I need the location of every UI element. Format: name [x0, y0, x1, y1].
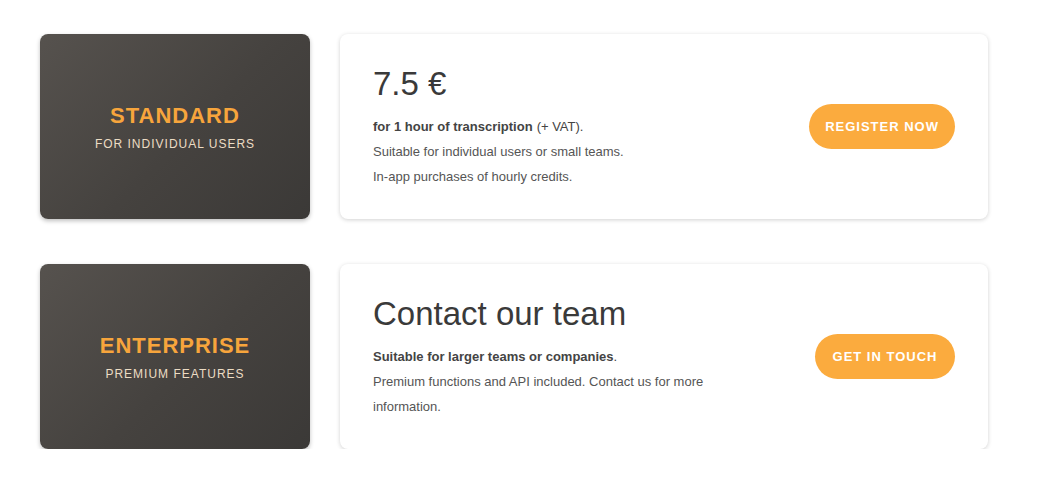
plan-image-card: ENTERPRISE PREMIUM FEATURES — [40, 264, 310, 449]
plan-headline: 7.5 € — [373, 64, 624, 104]
plan-text: 7.5 € for 1 hour of transcription (+ VAT).… — [373, 64, 624, 189]
plan-name: ENTERPRISE — [100, 333, 251, 359]
pricing-page: STANDARD FOR INDIVIDUAL USERS 7.5 € for 1 h… — [0, 0, 1053, 449]
plan-line: Suitable for individual users or small t… — [373, 139, 624, 164]
plan-subtitle: FOR INDIVIDUAL USERS — [95, 137, 255, 151]
plan-name: STANDARD — [110, 103, 240, 129]
plan-lead-note: . — [614, 349, 618, 364]
plan-subtitle: PREMIUM FEATURES — [105, 367, 244, 381]
plan-row: STANDARD FOR INDIVIDUAL USERS 7.5 € for 1 h… — [40, 34, 1053, 219]
plan-line: Premium functions and API included. Cont… — [373, 369, 773, 419]
plan-lead-note: (+ VAT). — [537, 119, 584, 134]
plan-image-card: STANDARD FOR INDIVIDUAL USERS — [40, 34, 310, 219]
plan-info-card: Contact our team Suitable for larger team… — [340, 264, 988, 449]
plan-action-button[interactable]: REGISTER NOW — [809, 104, 955, 149]
plan-lead: Suitable for larger teams or companies. — [373, 344, 773, 369]
plan-lead-bold: for 1 hour of transcription — [373, 119, 533, 134]
plan-lead: for 1 hour of transcription (+ VAT). — [373, 114, 624, 139]
plan-row: ENTERPRISE PREMIUM FEATURES Contact our te… — [40, 264, 1053, 449]
plan-lead-bold: Suitable for larger teams or companies — [373, 349, 614, 364]
plan-info-card: 7.5 € for 1 hour of transcription (+ VAT).… — [340, 34, 988, 219]
plan-action-button[interactable]: GET IN TOUCH — [815, 334, 955, 379]
plan-line: In-app purchases of hourly credits. — [373, 164, 624, 189]
plan-headline: Contact our team — [373, 294, 773, 334]
plan-text: Contact our team Suitable for larger team… — [373, 294, 773, 419]
